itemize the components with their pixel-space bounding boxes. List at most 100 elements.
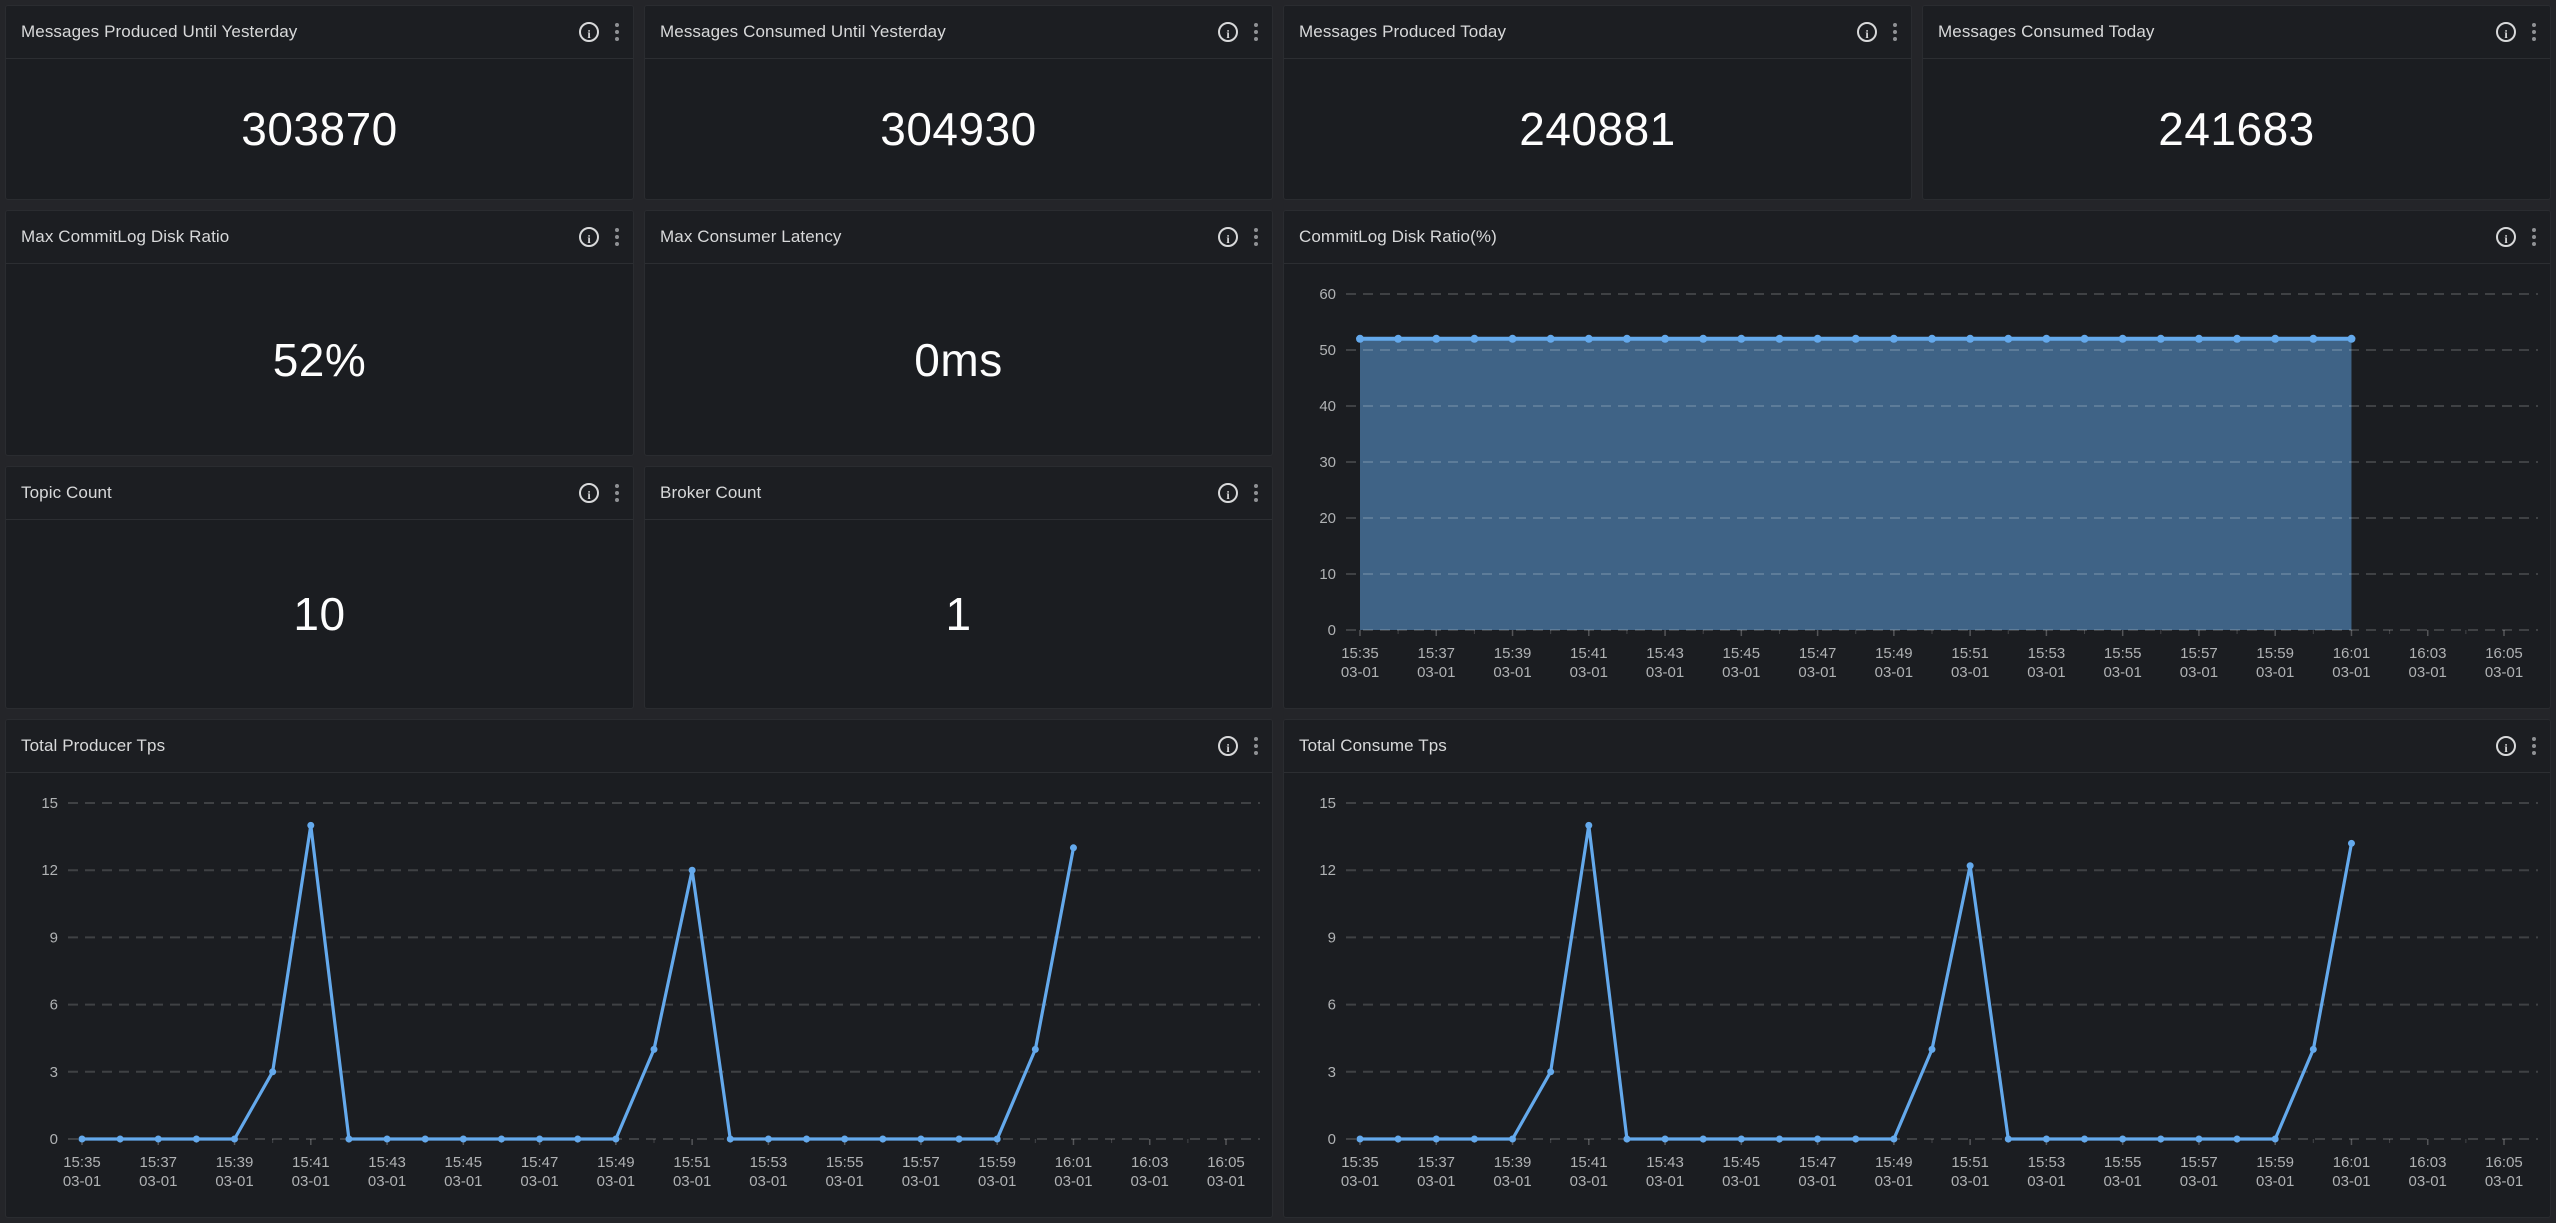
info-icon[interactable]: i bbox=[1218, 227, 1238, 247]
panel-body: 304930 bbox=[645, 59, 1272, 199]
svg-text:03-01: 03-01 bbox=[2027, 664, 2065, 681]
svg-text:03-01: 03-01 bbox=[2256, 1173, 2294, 1190]
svg-text:15:53: 15:53 bbox=[2028, 645, 2066, 662]
svg-text:15:45: 15:45 bbox=[445, 1154, 483, 1171]
svg-text:03-01: 03-01 bbox=[63, 1173, 101, 1190]
panel-body: 1 bbox=[645, 520, 1272, 708]
kebab-menu-icon[interactable] bbox=[1252, 21, 1260, 43]
panel-header-icons: i bbox=[1857, 21, 1899, 43]
info-icon[interactable]: i bbox=[2496, 22, 2516, 42]
svg-text:03-01: 03-01 bbox=[1570, 1173, 1608, 1190]
svg-text:03-01: 03-01 bbox=[2103, 664, 2141, 681]
svg-text:15:35: 15:35 bbox=[1341, 1154, 1379, 1171]
info-icon[interactable]: i bbox=[579, 22, 599, 42]
svg-text:03-01: 03-01 bbox=[2027, 1173, 2065, 1190]
svg-text:16:05: 16:05 bbox=[2485, 645, 2523, 662]
panel-messages-consumed-until-yesterday: Messages Consumed Until Yesterday i 3049… bbox=[644, 5, 1273, 200]
total-producer-tps-chart-canvas[interactable]: 0369121515:3503-0115:3703-0115:3903-0115… bbox=[6, 773, 1272, 1218]
panel-header: Max CommitLog Disk Ratio i bbox=[6, 211, 633, 264]
svg-text:0: 0 bbox=[1328, 622, 1336, 639]
svg-text:15:45: 15:45 bbox=[1723, 1154, 1761, 1171]
svg-text:16:03: 16:03 bbox=[2409, 645, 2447, 662]
kebab-menu-icon[interactable] bbox=[1891, 21, 1899, 43]
panel-header-icons: i bbox=[2496, 21, 2538, 43]
svg-text:03-01: 03-01 bbox=[978, 1173, 1016, 1190]
svg-text:03-01: 03-01 bbox=[1722, 664, 1760, 681]
panel-broker-count: Broker Count i 1 bbox=[644, 466, 1273, 709]
kebab-menu-icon[interactable] bbox=[1252, 226, 1260, 248]
info-icon[interactable]: i bbox=[2496, 227, 2516, 247]
info-icon[interactable]: i bbox=[1857, 22, 1877, 42]
panel-header: Max Consumer Latency i bbox=[645, 211, 1272, 264]
svg-text:15:41: 15:41 bbox=[1570, 645, 1608, 662]
panel-messages-produced-until-yesterday: Messages Produced Until Yesterday i 3038… bbox=[5, 5, 634, 200]
chart-svg: 0369121515:3503-0115:3703-0115:3903-0115… bbox=[6, 773, 1272, 1217]
svg-text:12: 12 bbox=[41, 862, 58, 879]
panel-body: 010203040506015:3503-0115:3703-0115:3903… bbox=[1284, 264, 2550, 709]
panel-title: Total Producer Tps bbox=[21, 736, 1218, 756]
kebab-menu-icon[interactable] bbox=[613, 226, 621, 248]
kebab-menu-icon[interactable] bbox=[613, 482, 621, 504]
svg-text:15: 15 bbox=[41, 795, 58, 812]
panel-header: CommitLog Disk Ratio(%) i bbox=[1284, 211, 2550, 264]
svg-text:03-01: 03-01 bbox=[1875, 1173, 1913, 1190]
svg-text:15:59: 15:59 bbox=[2256, 1154, 2294, 1171]
panel-header: Total Producer Tps i bbox=[6, 720, 1272, 773]
svg-text:03-01: 03-01 bbox=[2409, 664, 2447, 681]
svg-text:03-01: 03-01 bbox=[1798, 1173, 1836, 1190]
kebab-menu-icon[interactable] bbox=[1252, 482, 1260, 504]
kebab-menu-icon[interactable] bbox=[613, 21, 621, 43]
svg-text:15:55: 15:55 bbox=[2104, 645, 2142, 662]
panel-max-commitlog-disk-ratio: Max CommitLog Disk Ratio i 52% bbox=[5, 210, 634, 456]
info-icon[interactable]: i bbox=[1218, 736, 1238, 756]
panel-title: Total Consume Tps bbox=[1299, 736, 2496, 756]
svg-text:03-01: 03-01 bbox=[139, 1173, 177, 1190]
svg-text:03-01: 03-01 bbox=[1054, 1173, 1092, 1190]
panel-header: Topic Count i bbox=[6, 467, 633, 520]
info-icon[interactable]: i bbox=[1218, 22, 1238, 42]
svg-text:03-01: 03-01 bbox=[215, 1173, 253, 1190]
svg-text:12: 12 bbox=[1319, 862, 1336, 879]
svg-text:15:39: 15:39 bbox=[1494, 645, 1532, 662]
kebab-menu-icon[interactable] bbox=[2530, 226, 2538, 248]
commitlog-disk-ratio-chart-canvas[interactable]: 010203040506015:3503-0115:3703-0115:3903… bbox=[1284, 264, 2550, 709]
svg-text:15:49: 15:49 bbox=[1875, 645, 1913, 662]
panel-header: Messages Consumed Today i bbox=[1923, 6, 2550, 59]
chart-svg: 0369121515:3503-0115:3703-0115:3903-0115… bbox=[1284, 773, 2550, 1217]
svg-text:03-01: 03-01 bbox=[1341, 664, 1379, 681]
svg-text:15:49: 15:49 bbox=[597, 1154, 635, 1171]
panel-total-consume-tps: Total Consume Tps i 0369121515:3503-0115… bbox=[1283, 719, 2551, 1218]
panel-header: Messages Produced Today i bbox=[1284, 6, 1911, 59]
svg-text:15:43: 15:43 bbox=[1646, 1154, 1684, 1171]
svg-text:03-01: 03-01 bbox=[2180, 1173, 2218, 1190]
svg-text:03-01: 03-01 bbox=[368, 1173, 406, 1190]
svg-text:03-01: 03-01 bbox=[444, 1173, 482, 1190]
svg-text:50: 50 bbox=[1319, 342, 1336, 359]
info-icon[interactable]: i bbox=[579, 483, 599, 503]
svg-text:15:47: 15:47 bbox=[1799, 645, 1837, 662]
panel-title: Broker Count bbox=[660, 483, 1218, 503]
info-icon[interactable]: i bbox=[579, 227, 599, 247]
kebab-menu-icon[interactable] bbox=[2530, 21, 2538, 43]
svg-text:03-01: 03-01 bbox=[2332, 664, 2370, 681]
svg-text:15:57: 15:57 bbox=[2180, 645, 2218, 662]
svg-text:16:01: 16:01 bbox=[2333, 1154, 2371, 1171]
kebab-menu-icon[interactable] bbox=[2530, 735, 2538, 757]
total-consume-tps-chart-canvas[interactable]: 0369121515:3503-0115:3703-0115:3903-0115… bbox=[1284, 773, 2550, 1218]
svg-text:15:53: 15:53 bbox=[2028, 1154, 2066, 1171]
panel-title: Messages Produced Until Yesterday bbox=[21, 22, 579, 42]
panel-header-icons: i bbox=[579, 226, 621, 248]
kebab-menu-icon[interactable] bbox=[1252, 735, 1260, 757]
svg-text:03-01: 03-01 bbox=[1951, 1173, 1989, 1190]
svg-text:15: 15 bbox=[1319, 795, 1336, 812]
panel-header-icons: i bbox=[1218, 21, 1260, 43]
svg-text:03-01: 03-01 bbox=[1417, 1173, 1455, 1190]
svg-text:03-01: 03-01 bbox=[1131, 1173, 1169, 1190]
info-icon[interactable]: i bbox=[1218, 483, 1238, 503]
svg-text:20: 20 bbox=[1319, 510, 1336, 527]
panel-body: 10 bbox=[6, 520, 633, 708]
info-icon[interactable]: i bbox=[2496, 736, 2516, 756]
svg-text:03-01: 03-01 bbox=[902, 1173, 940, 1190]
svg-text:03-01: 03-01 bbox=[1646, 1173, 1684, 1190]
svg-text:15:45: 15:45 bbox=[1723, 645, 1761, 662]
